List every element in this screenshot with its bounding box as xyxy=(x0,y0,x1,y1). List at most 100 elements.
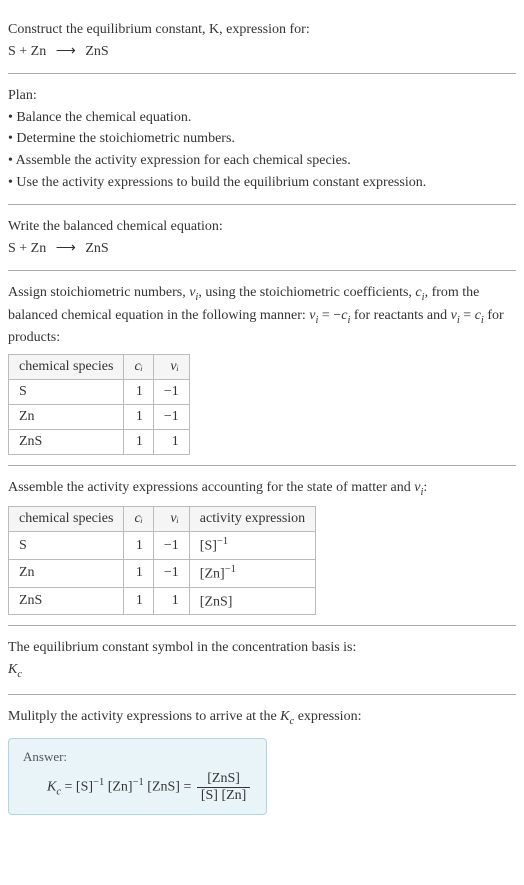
activity-h1: Assemble the activity expressions accoun… xyxy=(8,480,414,495)
table-row: Zn 1 −1 [Zn]−1 xyxy=(9,560,316,588)
th-nui: νᵢ xyxy=(153,354,189,379)
rel2-eq: = xyxy=(460,308,475,323)
answer-box: Answer: Kc = [S]−1 [Zn]−1 [ZnS] = [ZnS] … xyxy=(8,738,267,815)
th-ci: cᵢ xyxy=(124,354,153,379)
table-row: S 1 −1 [S]−1 xyxy=(9,532,316,560)
eq-sign-2: = xyxy=(180,780,195,795)
th-species: chemical species xyxy=(9,507,124,532)
symbol-section: The equilibrium constant symbol in the c… xyxy=(8,626,516,695)
cell-species: ZnS xyxy=(9,587,124,615)
cell-ci: 1 xyxy=(124,379,153,404)
cell-nui: −1 xyxy=(153,379,189,404)
th-species: chemical species xyxy=(9,354,124,379)
table-row: Zn 1 −1 xyxy=(9,404,190,429)
cell-nui: −1 xyxy=(153,404,189,429)
intro-section: Construct the equilibrium constant, K, e… xyxy=(8,8,516,74)
cell-expr: [ZnS] xyxy=(189,587,315,615)
plan-bullet: • Determine the stoichiometric numbers. xyxy=(8,129,516,149)
balanced-heading: Write the balanced chemical equation: xyxy=(8,217,516,237)
cell-nui: −1 xyxy=(153,532,189,560)
cell-species: Zn xyxy=(9,560,124,588)
expr-exp: −1 xyxy=(225,564,236,575)
plan-heading: Plan: xyxy=(8,86,516,106)
multiply-section: Mulitply the activity expressions to arr… xyxy=(8,695,516,824)
answer-label: Answer: xyxy=(23,749,252,765)
term1-base: [S] xyxy=(76,780,93,795)
reaction-arrow-icon: ⟶ xyxy=(56,44,76,59)
multiply-h2: expression: xyxy=(294,709,361,724)
expr-base: [Zn] xyxy=(200,567,225,582)
activity-section: Assemble the activity expressions accoun… xyxy=(8,466,516,626)
eq-sign: = xyxy=(61,780,76,795)
symbol-kc: Kc xyxy=(8,660,516,682)
equation-rhs: ZnS xyxy=(85,241,108,256)
stoich-section: Assign stoichiometric numbers, νi, using… xyxy=(8,271,516,466)
answer-expression: Kc = [S]−1 [Zn]−1 [ZnS] = [ZnS] [S] [Zn] xyxy=(23,771,252,804)
balanced-equation: S + Zn ⟶ ZnS xyxy=(8,239,516,259)
fraction: [ZnS] [S] [Zn] xyxy=(197,771,251,804)
activity-table: chemical species cᵢ νᵢ activity expressi… xyxy=(8,506,316,615)
multiply-heading: Mulitply the activity expressions to arr… xyxy=(8,707,516,729)
cell-species: ZnS xyxy=(9,429,124,454)
expr-base: [S] xyxy=(200,539,217,554)
cell-nui: 1 xyxy=(153,429,189,454)
plan-bullet: • Assemble the activity expression for e… xyxy=(8,151,516,171)
k-symbol: K xyxy=(8,662,17,677)
table-row: ZnS 1 1 xyxy=(9,429,190,454)
term3-base: [ZnS] xyxy=(147,780,180,795)
cell-species: S xyxy=(9,532,124,560)
plan-bullet: • Use the activity expressions to build … xyxy=(8,173,516,193)
fraction-denominator: [S] [Zn] xyxy=(197,788,251,804)
expr-base: [ZnS] xyxy=(200,594,233,609)
table-row: ZnS 1 1 [ZnS] xyxy=(9,587,316,615)
stoich-h2: , using the stoichiometric coefficients, xyxy=(198,285,415,300)
cell-ci: 1 xyxy=(124,587,153,615)
cell-nui: −1 xyxy=(153,560,189,588)
multiply-h1: Mulitply the activity expressions to arr… xyxy=(8,709,280,724)
cell-ci: 1 xyxy=(124,532,153,560)
cell-species: Zn xyxy=(9,404,124,429)
term2-exp: −1 xyxy=(133,777,144,788)
activity-h2: : xyxy=(423,480,427,495)
stoich-h1: Assign stoichiometric numbers, xyxy=(8,285,189,300)
table-header-row: chemical species cᵢ νᵢ activity expressi… xyxy=(9,507,316,532)
rel-mid: for reactants and xyxy=(350,308,450,323)
balanced-section: Write the balanced chemical equation: S … xyxy=(8,205,516,271)
activity-heading: Assemble the activity expressions accoun… xyxy=(8,478,516,500)
table-row: S 1 −1 xyxy=(9,379,190,404)
intro-equation: S + Zn ⟶ ZnS xyxy=(8,42,516,62)
symbol-heading: The equilibrium constant symbol in the c… xyxy=(8,638,516,658)
equation-lhs: S + Zn xyxy=(8,44,46,59)
reaction-arrow-icon: ⟶ xyxy=(56,241,76,256)
cell-ci: 1 xyxy=(124,429,153,454)
plan-bullet: • Balance the chemical equation. xyxy=(8,108,516,128)
intro-prompt: Construct the equilibrium constant, K, e… xyxy=(8,20,516,40)
intro-prompt-text: Construct the equilibrium constant, K, e… xyxy=(8,22,310,37)
nui-label: νᵢ xyxy=(170,359,178,374)
equation-lhs: S + Zn xyxy=(8,241,46,256)
k-symbol: K xyxy=(47,780,56,795)
cell-ci: 1 xyxy=(124,560,153,588)
fraction-numerator: [ZnS] xyxy=(197,771,251,788)
ci-label: cᵢ xyxy=(134,511,142,526)
stoich-heading: Assign stoichiometric numbers, νi, using… xyxy=(8,283,516,348)
nui-label: νᵢ xyxy=(170,511,178,526)
cell-expr: [Zn]−1 xyxy=(189,560,315,588)
th-expr: activity expression xyxy=(189,507,315,532)
c-sub: c xyxy=(17,669,22,680)
th-nui: νᵢ xyxy=(153,507,189,532)
cell-species: S xyxy=(9,379,124,404)
term2-base: [Zn] xyxy=(108,780,133,795)
rel1-eq: = − xyxy=(318,308,341,323)
th-ci: cᵢ xyxy=(124,507,153,532)
table-header-row: chemical species cᵢ νᵢ xyxy=(9,354,190,379)
k-symbol: K xyxy=(280,709,289,724)
ci-label: cᵢ xyxy=(134,359,142,374)
equation-rhs: ZnS xyxy=(85,44,108,59)
cell-ci: 1 xyxy=(124,404,153,429)
stoich-table: chemical species cᵢ νᵢ S 1 −1 Zn 1 −1 Zn… xyxy=(8,354,190,455)
expr-exp: −1 xyxy=(217,536,228,547)
cell-nui: 1 xyxy=(153,587,189,615)
plan-section: Plan: • Balance the chemical equation. •… xyxy=(8,74,516,205)
cell-expr: [S]−1 xyxy=(189,532,315,560)
